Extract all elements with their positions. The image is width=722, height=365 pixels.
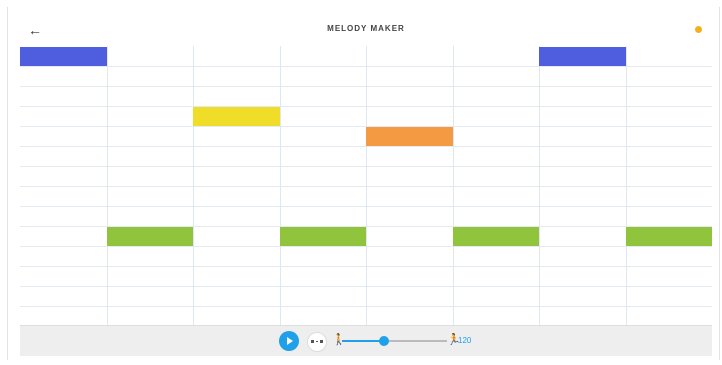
note-block[interactable] bbox=[625, 227, 712, 246]
note-block[interactable] bbox=[106, 227, 193, 246]
grid-column-line bbox=[625, 46, 627, 326]
page-title: MELODY MAKER bbox=[327, 24, 405, 33]
note-block[interactable] bbox=[452, 227, 539, 246]
note-block[interactable] bbox=[279, 227, 366, 246]
grid-column-line bbox=[539, 46, 540, 326]
grid-column-line bbox=[193, 46, 194, 326]
tempo-slider-fill bbox=[342, 340, 384, 342]
grid-column-line bbox=[366, 46, 367, 326]
playback-controls: 🚶 🏃 120 bbox=[20, 325, 712, 356]
play-button[interactable] bbox=[279, 331, 299, 351]
note-block[interactable] bbox=[539, 47, 626, 66]
note-block[interactable] bbox=[366, 127, 453, 146]
tempo-value: 120 bbox=[458, 336, 472, 345]
grid-column-line bbox=[452, 46, 454, 326]
loop-button[interactable] bbox=[307, 332, 327, 352]
grid-column-line bbox=[279, 46, 281, 326]
note-block[interactable] bbox=[193, 107, 280, 126]
note-block[interactable] bbox=[20, 47, 107, 66]
loop-icon bbox=[311, 340, 323, 343]
help-dot-icon[interactable] bbox=[695, 26, 702, 33]
header-bar: ← MELODY MAKER bbox=[20, 14, 712, 46]
note-grid[interactable] bbox=[20, 46, 712, 326]
grid-column-line bbox=[106, 46, 108, 326]
tempo-slider-thumb[interactable] bbox=[379, 336, 389, 346]
tempo-slider[interactable] bbox=[342, 336, 447, 346]
